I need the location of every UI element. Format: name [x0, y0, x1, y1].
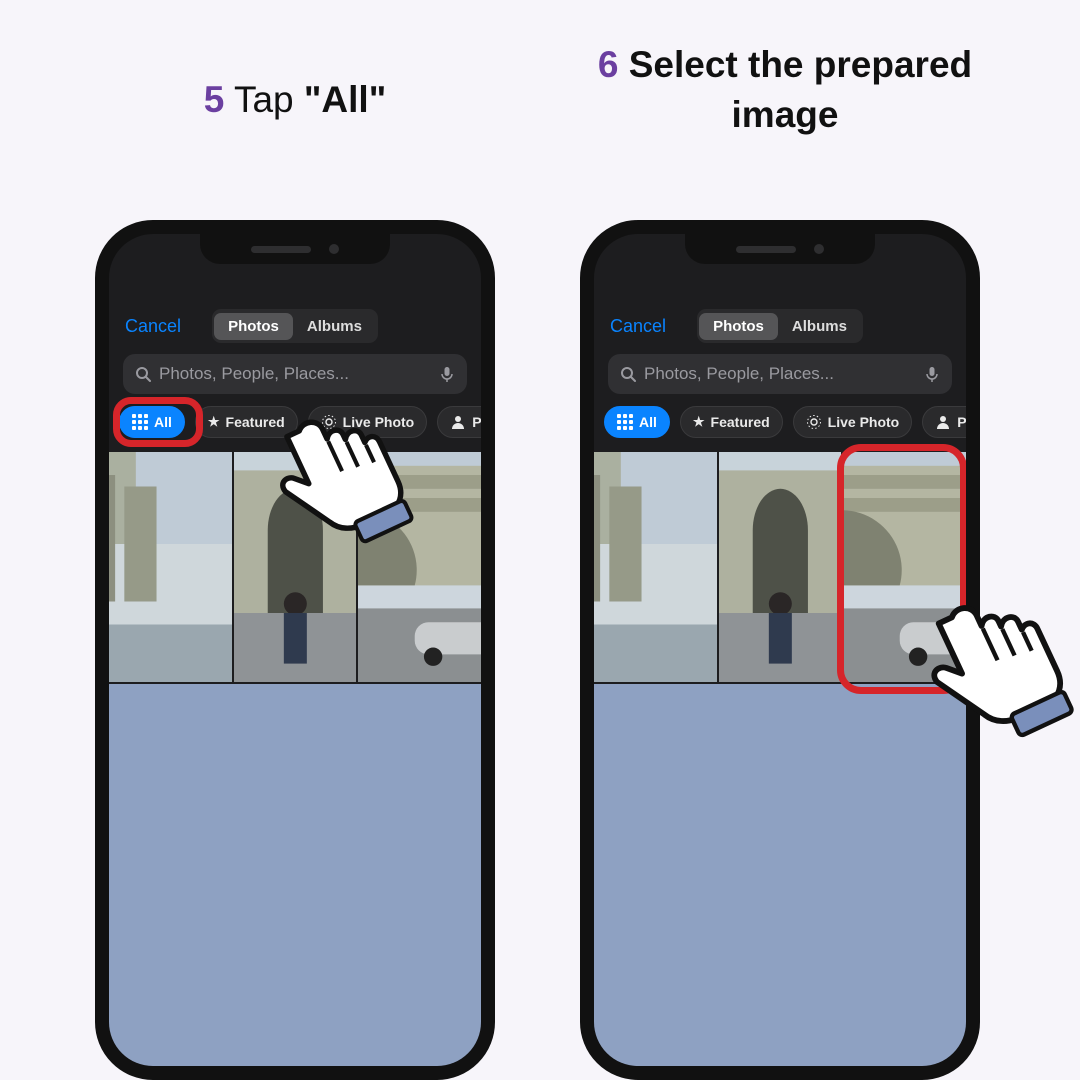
mic-icon[interactable] [439, 366, 455, 382]
photo-thumbnail[interactable] [234, 452, 357, 682]
mic-icon[interactable] [924, 366, 940, 382]
filter-chip-livephoto[interactable]: Live Photo [793, 406, 913, 438]
step6-number: 6 [598, 44, 619, 85]
photo-thumbnail[interactable] [843, 452, 966, 682]
photo-thumbnail[interactable] [719, 452, 842, 682]
segment-photos[interactable]: Photos [699, 313, 778, 340]
filter-chip-all[interactable]: All [604, 406, 670, 438]
step6-text: Select the prepared image [629, 44, 972, 135]
photo-grid [109, 452, 481, 1066]
cancel-button[interactable]: Cancel [610, 316, 666, 337]
speaker-grille [251, 246, 311, 253]
search-icon [135, 366, 151, 382]
phone-mockup-step5: Cancel Photos Albums Photos, People, Pla… [95, 220, 495, 1080]
step5-text-before: Tap [234, 79, 304, 120]
step5-number: 5 [204, 79, 225, 120]
filter-chips-row: All ★ Featured Live Photo Peop [604, 406, 966, 438]
photo-picker-header: Cancel Photos Albums [109, 304, 481, 348]
chip-featured-label: Featured [226, 414, 285, 430]
chip-all-label: All [154, 414, 172, 430]
grid-icon [132, 414, 148, 430]
photo-thumbnail[interactable] [109, 452, 232, 682]
chip-all-label: All [639, 414, 657, 430]
chip-featured-label: Featured [711, 414, 770, 430]
step5-quote-open: " [304, 79, 322, 120]
segmented-control: Photos Albums [697, 309, 863, 343]
filter-chip-featured[interactable]: ★ Featured [680, 406, 783, 438]
filter-chip-livephoto[interactable]: Live Photo [308, 406, 428, 438]
search-input[interactable]: Photos, People, Places... [608, 354, 952, 394]
search-placeholder: Photos, People, Places... [159, 364, 349, 384]
photo-grid-placeholder [109, 684, 481, 1066]
step6-caption: 6 Select the prepared image [565, 40, 1005, 140]
cancel-button[interactable]: Cancel [125, 316, 181, 337]
phone-mockup-step6: Cancel Photos Albums Photos, People, Pla… [580, 220, 980, 1080]
photo-picker-header: Cancel Photos Albums [594, 304, 966, 348]
search-icon [620, 366, 636, 382]
grid-icon [617, 414, 633, 430]
photo-thumbnail[interactable] [358, 452, 481, 682]
photo-thumbnail[interactable] [594, 452, 717, 682]
segment-albums[interactable]: Albums [293, 313, 376, 340]
filter-chip-people[interactable]: Peop [437, 406, 481, 438]
chip-live-label: Live Photo [828, 414, 900, 430]
segment-albums[interactable]: Albums [778, 313, 861, 340]
search-input[interactable]: Photos, People, Places... [123, 354, 467, 394]
step5-quote-close: " [369, 79, 387, 120]
front-camera [329, 244, 339, 254]
segmented-control: Photos Albums [212, 309, 378, 343]
photo-grid-placeholder [594, 684, 966, 1066]
speaker-grille [736, 246, 796, 253]
star-icon: ★ [693, 414, 705, 430]
segment-photos[interactable]: Photos [214, 313, 293, 340]
step5-bold: All [321, 79, 368, 120]
chip-people-label: Peop [957, 414, 966, 430]
photo-grid [594, 452, 966, 1066]
chip-people-label: Peop [472, 414, 481, 430]
filter-chip-featured[interactable]: ★ Featured [195, 406, 298, 438]
livephoto-icon [806, 414, 822, 430]
person-icon [935, 414, 951, 430]
filter-chip-all[interactable]: All [119, 406, 185, 438]
person-icon [450, 414, 466, 430]
search-placeholder: Photos, People, Places... [644, 364, 834, 384]
star-icon: ★ [208, 414, 220, 430]
filter-chips-row: All ★ Featured Live Photo Peop [119, 406, 481, 438]
livephoto-icon [321, 414, 337, 430]
filter-chip-people[interactable]: Peop [922, 406, 966, 438]
step5-caption: 5 Tap "All" [105, 75, 485, 125]
phone-notch [685, 234, 875, 264]
front-camera [814, 244, 824, 254]
phone-notch [200, 234, 390, 264]
chip-live-label: Live Photo [343, 414, 415, 430]
